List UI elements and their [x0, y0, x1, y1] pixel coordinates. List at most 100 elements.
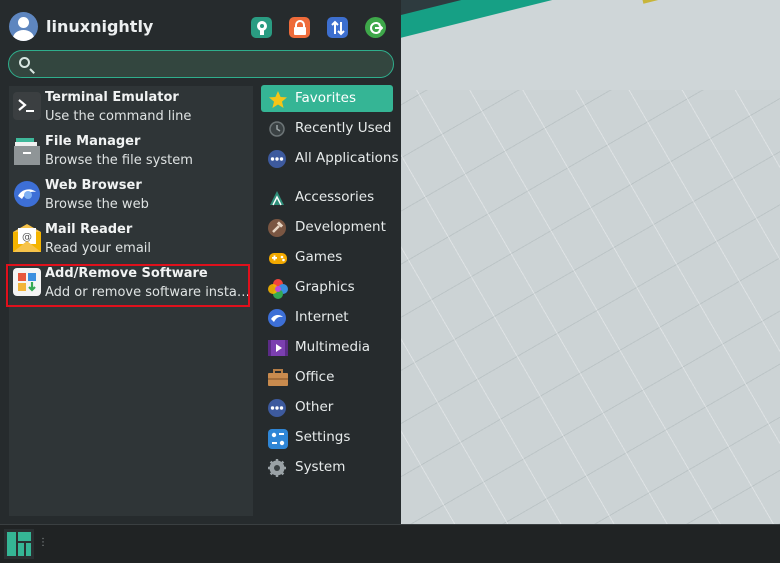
category-multimedia[interactable]: Multimedia — [261, 334, 393, 361]
all-apps-icon — [268, 150, 286, 168]
favorites-list: Terminal Emulator Use the command line F… — [9, 86, 253, 516]
software-glyph — [18, 273, 36, 292]
category-office[interactable]: Office — [261, 364, 393, 391]
favorite-desc: Read your email — [45, 241, 152, 256]
wallpaper-stripe-green — [401, 0, 780, 52]
web-browser-glyph — [14, 181, 40, 207]
clock-glyph — [269, 121, 285, 137]
favorite-desc: Browse the file system — [45, 153, 193, 168]
search-input[interactable] — [39, 54, 388, 74]
favorite-desc: Add or remove software installed on the … — [45, 285, 250, 300]
mail-icon: @ — [13, 224, 41, 252]
favorite-desc: Use the command line — [45, 109, 192, 124]
wallpaper-grid — [401, 90, 780, 524]
favorite-title: Add/Remove Software — [45, 266, 208, 281]
web-browser-icon — [13, 180, 41, 208]
category-label: Favorites — [295, 90, 356, 106]
favorite-title: File Manager — [45, 134, 141, 149]
lock-screen-icon[interactable] — [289, 17, 310, 38]
category-graphics[interactable]: Graphics — [261, 274, 393, 301]
development-glyph — [268, 219, 286, 237]
favorite-title: Terminal Emulator — [45, 90, 179, 105]
other-icon — [268, 399, 286, 417]
category-games[interactable]: Games — [261, 244, 393, 271]
category-settings[interactable]: Settings — [261, 424, 393, 451]
whisker-menu: linuxnightly Terminal Emulator Use the c… — [0, 0, 401, 524]
software-icon — [13, 268, 41, 296]
category-all-applications[interactable]: All Applications — [261, 145, 399, 172]
category-label: Settings — [295, 429, 351, 445]
switch-user-icon[interactable] — [327, 17, 348, 38]
manjaro-logo-bar — [7, 532, 16, 556]
office-icon — [268, 369, 288, 387]
internet-glyph — [268, 309, 286, 327]
clock-icon — [268, 120, 286, 138]
terminal-icon — [13, 92, 41, 120]
category-development[interactable]: Development — [261, 214, 393, 241]
category-favorites[interactable]: Favorites — [261, 85, 393, 112]
settings-icon — [268, 429, 288, 449]
category-label: Other — [295, 399, 334, 415]
internet-icon — [268, 309, 286, 327]
category-label: Internet — [295, 309, 349, 325]
settings-manager-icon[interactable] — [251, 17, 272, 38]
category-label: Games — [295, 249, 343, 265]
category-other[interactable]: Other — [261, 394, 393, 421]
category-internet[interactable]: Internet — [261, 304, 393, 331]
category-list: Favorites Recently Used All Applications… — [261, 84, 399, 484]
username-label: linuxnightly — [46, 17, 154, 36]
whisker-menu-button[interactable] — [4, 529, 34, 559]
search-icon — [19, 57, 30, 68]
games-glyph — [269, 253, 287, 264]
accessories-icon — [268, 189, 286, 207]
favorite-item-terminal[interactable]: Terminal Emulator Use the command line — [9, 86, 253, 130]
file-manager-glyph — [14, 138, 40, 165]
category-label: Recently Used — [295, 120, 392, 136]
favorite-item-mail-reader[interactable]: @ Mail Reader Read your email — [9, 218, 253, 262]
category-label: Office — [295, 369, 335, 385]
panel-handle-icon[interactable]: ⋮ — [38, 537, 48, 548]
avatar-body-shape — [13, 30, 34, 41]
graphics-glyph — [268, 279, 288, 299]
menu-header: linuxnightly — [0, 0, 401, 48]
terminal-glyph — [18, 99, 34, 112]
manjaro-logo-bar — [26, 543, 31, 556]
manjaro-logo-bar — [18, 532, 31, 541]
favorite-item-add-remove-software[interactable]: Add/Remove Software Add or remove softwa… — [9, 262, 253, 306]
favorite-title: Web Browser — [45, 178, 142, 193]
lock-glyph — [293, 19, 306, 35]
mail-glyph: @ — [13, 224, 41, 252]
settings-glyph — [268, 429, 288, 449]
star-icon — [268, 90, 287, 108]
file-manager-icon — [13, 136, 41, 165]
user-avatar[interactable] — [9, 12, 38, 41]
desktop-wallpaper — [401, 0, 780, 524]
multimedia-icon — [268, 339, 288, 357]
category-label: Accessories — [295, 189, 375, 205]
favorite-item-web-browser[interactable]: Web Browser Browse the web — [9, 174, 253, 218]
logout-icon[interactable] — [365, 17, 386, 38]
development-icon — [268, 219, 286, 237]
star-glyph — [269, 91, 287, 108]
favorite-item-file-manager[interactable]: File Manager Browse the file system — [9, 130, 253, 174]
accessories-glyph — [270, 191, 284, 206]
system-glyph — [268, 459, 286, 477]
category-system[interactable]: System — [261, 454, 393, 481]
favorite-title: Mail Reader — [45, 222, 133, 237]
category-label: Multimedia — [295, 339, 371, 355]
category-label: Graphics — [295, 279, 355, 295]
settings-manager-glyph — [256, 20, 267, 35]
category-label: System — [295, 459, 346, 475]
category-recently-used[interactable]: Recently Used — [261, 115, 393, 142]
category-accessories[interactable]: Accessories — [261, 184, 393, 211]
graphics-icon — [268, 279, 288, 299]
system-icon — [268, 459, 286, 477]
category-label: Development — [295, 219, 386, 235]
category-label: All Applications — [295, 150, 399, 166]
switch-user-glyph — [330, 20, 345, 35]
avatar-head-shape — [18, 17, 29, 28]
office-glyph — [268, 369, 288, 386]
search-box[interactable] — [8, 50, 394, 78]
logout-glyph — [369, 21, 383, 34]
wallpaper-stripe-yellow — [641, 0, 780, 4]
